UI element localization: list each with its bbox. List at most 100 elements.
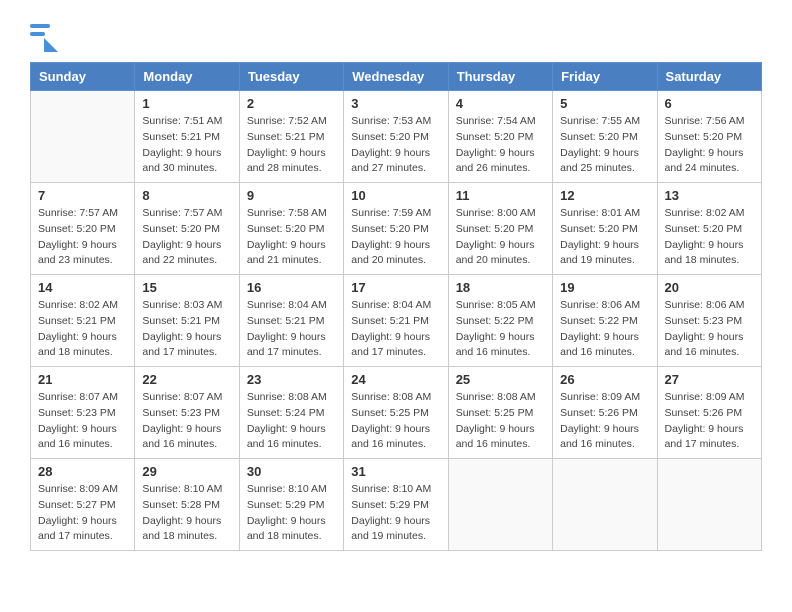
day-info: Sunrise: 8:06 AM Sunset: 5:22 PM Dayligh…	[560, 298, 649, 361]
calendar-day-cell: 18 Sunrise: 8:05 AM Sunset: 5:22 PM Dayli…	[448, 275, 552, 367]
calendar-day-cell: 5Sunrise: 7:55 AM Sunset: 5:20 PM Daylig…	[553, 91, 657, 183]
day-number: 15	[142, 280, 231, 295]
calendar-table: SundayMondayTuesdayWednesdayThursdayFrid…	[30, 62, 762, 551]
day-number: 23	[247, 372, 336, 387]
day-info: Sunrise: 8:08 AM Sunset: 5:24 PM Dayligh…	[247, 390, 336, 453]
calendar-day-cell	[31, 91, 135, 183]
day-number: 2	[247, 96, 336, 111]
day-number: 18	[456, 280, 545, 295]
day-info: Sunrise: 7:58 AM Sunset: 5:20 PM Dayligh…	[247, 206, 336, 269]
day-info: Sunrise: 8:09 AM Sunset: 5:26 PM Dayligh…	[665, 390, 754, 453]
calendar-day-header: Monday	[135, 63, 239, 91]
day-info: Sunrise: 8:10 AM Sunset: 5:29 PM Dayligh…	[351, 482, 440, 545]
logo	[30, 20, 63, 52]
calendar-day-cell: 3 Sunrise: 7:53 AM Sunset: 5:20 PM Daylig…	[344, 91, 448, 183]
day-number: 4	[456, 96, 545, 111]
calendar-week-row: 7 Sunrise: 7:57 AM Sunset: 5:20 PM Daylig…	[31, 183, 762, 275]
page-header	[30, 20, 762, 52]
calendar-day-cell: 2 Sunrise: 7:52 AM Sunset: 5:21 PM Daylig…	[239, 91, 343, 183]
day-info: Sunrise: 8:07 AM Sunset: 5:23 PM Dayligh…	[38, 390, 127, 453]
calendar-day-cell: 14 Sunrise: 8:02 AM Sunset: 5:21 PM Dayli…	[31, 275, 135, 367]
day-info: Sunrise: 8:07 AM Sunset: 5:23 PM Dayligh…	[142, 390, 231, 453]
day-number: 14	[38, 280, 127, 295]
calendar-day-cell: 13 Sunrise: 8:02 AM Sunset: 5:20 PM Dayli…	[657, 183, 761, 275]
day-number: 10	[351, 188, 440, 203]
calendar-week-row: 14 Sunrise: 8:02 AM Sunset: 5:21 PM Dayli…	[31, 275, 762, 367]
calendar-day-header: Tuesday	[239, 63, 343, 91]
day-number: 5	[560, 96, 649, 111]
day-number: 3	[351, 96, 440, 111]
calendar-day-cell: 29 Sunrise: 8:10 AM Sunset: 5:28 PM Dayli…	[135, 459, 239, 551]
day-number: 22	[142, 372, 231, 387]
calendar-day-cell: 12Sunrise: 8:01 AM Sunset: 5:20 PM Dayli…	[553, 183, 657, 275]
day-number: 7	[38, 188, 127, 203]
calendar-week-row: 21 Sunrise: 8:07 AM Sunset: 5:23 PM Dayli…	[31, 367, 762, 459]
calendar-day-cell	[448, 459, 552, 551]
day-info: Sunrise: 8:04 AM Sunset: 5:21 PM Dayligh…	[351, 298, 440, 361]
calendar-day-cell: 9 Sunrise: 7:58 AM Sunset: 5:20 PM Daylig…	[239, 183, 343, 275]
calendar-day-cell: 24 Sunrise: 8:08 AM Sunset: 5:25 PM Dayli…	[344, 367, 448, 459]
day-number: 31	[351, 464, 440, 479]
calendar-day-header: Wednesday	[344, 63, 448, 91]
day-info: Sunrise: 8:02 AM Sunset: 5:21 PM Dayligh…	[38, 298, 127, 361]
day-info: Sunrise: 7:56 AM Sunset: 5:20 PM Dayligh…	[665, 114, 754, 177]
calendar-header: SundayMondayTuesdayWednesdayThursdayFrid…	[31, 63, 762, 91]
calendar-day-cell: 20Sunrise: 8:06 AM Sunset: 5:23 PM Dayli…	[657, 275, 761, 367]
calendar-day-cell: 8Sunrise: 7:57 AM Sunset: 5:20 PM Daylig…	[135, 183, 239, 275]
day-info: Sunrise: 8:02 AM Sunset: 5:20 PM Dayligh…	[665, 206, 754, 269]
day-number: 19	[560, 280, 649, 295]
day-number: 9	[247, 188, 336, 203]
day-info: Sunrise: 7:57 AM Sunset: 5:20 PM Dayligh…	[38, 206, 127, 269]
calendar-day-cell: 1 Sunrise: 7:51 AM Sunset: 5:21 PM Daylig…	[135, 91, 239, 183]
calendar-day-cell: 30Sunrise: 8:10 AM Sunset: 5:29 PM Dayli…	[239, 459, 343, 551]
day-info: Sunrise: 8:05 AM Sunset: 5:22 PM Dayligh…	[456, 298, 545, 361]
day-info: Sunrise: 8:10 AM Sunset: 5:28 PM Dayligh…	[142, 482, 231, 545]
calendar-day-cell: 25 Sunrise: 8:08 AM Sunset: 5:25 PM Dayli…	[448, 367, 552, 459]
day-info: Sunrise: 7:57 AM Sunset: 5:20 PM Dayligh…	[142, 206, 231, 269]
day-number: 24	[351, 372, 440, 387]
calendar-day-cell: 23 Sunrise: 8:08 AM Sunset: 5:24 PM Dayli…	[239, 367, 343, 459]
day-info: Sunrise: 8:09 AM Sunset: 5:27 PM Dayligh…	[38, 482, 127, 545]
day-number: 27	[665, 372, 754, 387]
logo-wrapper	[30, 20, 63, 52]
day-number: 11	[456, 188, 545, 203]
day-info: Sunrise: 8:08 AM Sunset: 5:25 PM Dayligh…	[351, 390, 440, 453]
calendar-day-cell: 15 Sunrise: 8:03 AM Sunset: 5:21 PM Dayli…	[135, 275, 239, 367]
calendar-day-cell	[657, 459, 761, 551]
day-info: Sunrise: 8:08 AM Sunset: 5:25 PM Dayligh…	[456, 390, 545, 453]
calendar-day-cell: 26 Sunrise: 8:09 AM Sunset: 5:26 PM Dayli…	[553, 367, 657, 459]
day-info: Sunrise: 8:01 AM Sunset: 5:20 PM Dayligh…	[560, 206, 649, 269]
calendar-day-cell: 28 Sunrise: 8:09 AM Sunset: 5:27 PM Dayli…	[31, 459, 135, 551]
calendar-day-cell: 31 Sunrise: 8:10 AM Sunset: 5:29 PM Dayli…	[344, 459, 448, 551]
calendar-day-cell: 7 Sunrise: 7:57 AM Sunset: 5:20 PM Daylig…	[31, 183, 135, 275]
calendar-day-cell	[553, 459, 657, 551]
calendar-day-cell: 19 Sunrise: 8:06 AM Sunset: 5:22 PM Dayli…	[553, 275, 657, 367]
calendar-day-header: Friday	[553, 63, 657, 91]
day-number: 16	[247, 280, 336, 295]
calendar-day-header: Sunday	[31, 63, 135, 91]
day-info: Sunrise: 8:03 AM Sunset: 5:21 PM Dayligh…	[142, 298, 231, 361]
calendar-day-header: Thursday	[448, 63, 552, 91]
day-info: Sunrise: 7:51 AM Sunset: 5:21 PM Dayligh…	[142, 114, 231, 177]
calendar-day-header: Saturday	[657, 63, 761, 91]
day-number: 26	[560, 372, 649, 387]
day-number: 29	[142, 464, 231, 479]
calendar-day-cell: 10 Sunrise: 7:59 AM Sunset: 5:20 PM Dayli…	[344, 183, 448, 275]
day-number: 21	[38, 372, 127, 387]
day-number: 1	[142, 96, 231, 111]
calendar-week-row: 28 Sunrise: 8:09 AM Sunset: 5:27 PM Dayli…	[31, 459, 762, 551]
day-number: 17	[351, 280, 440, 295]
day-number: 25	[456, 372, 545, 387]
calendar-day-cell: 6Sunrise: 7:56 AM Sunset: 5:20 PM Daylig…	[657, 91, 761, 183]
day-info: Sunrise: 8:10 AM Sunset: 5:29 PM Dayligh…	[247, 482, 336, 545]
day-info: Sunrise: 7:59 AM Sunset: 5:20 PM Dayligh…	[351, 206, 440, 269]
calendar-body: 1 Sunrise: 7:51 AM Sunset: 5:21 PM Daylig…	[31, 91, 762, 551]
day-info: Sunrise: 8:09 AM Sunset: 5:26 PM Dayligh…	[560, 390, 649, 453]
day-number: 28	[38, 464, 127, 479]
day-number: 13	[665, 188, 754, 203]
day-info: Sunrise: 7:52 AM Sunset: 5:21 PM Dayligh…	[247, 114, 336, 177]
day-info: Sunrise: 8:00 AM Sunset: 5:20 PM Dayligh…	[456, 206, 545, 269]
calendar-day-cell: 11 Sunrise: 8:00 AM Sunset: 5:20 PM Dayli…	[448, 183, 552, 275]
calendar-day-cell: 27 Sunrise: 8:09 AM Sunset: 5:26 PM Dayli…	[657, 367, 761, 459]
day-info: Sunrise: 7:53 AM Sunset: 5:20 PM Dayligh…	[351, 114, 440, 177]
